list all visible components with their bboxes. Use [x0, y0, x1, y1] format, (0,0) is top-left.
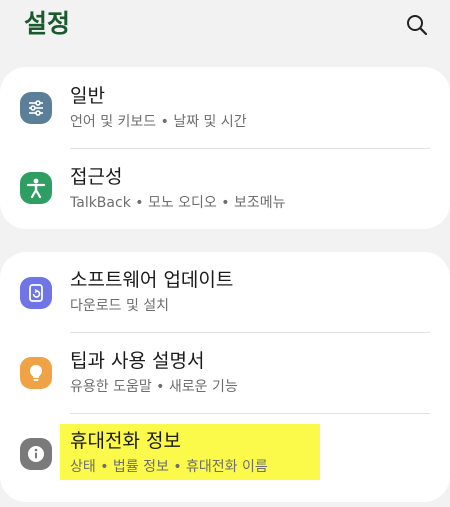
- search-button[interactable]: [402, 10, 432, 40]
- settings-item-subtitle: 유용한 도움말 • 새로운 기능: [70, 379, 238, 395]
- settings-item-title: 접근성: [70, 166, 123, 188]
- lightbulb-icon: [20, 357, 52, 389]
- settings-item-subtitle: 다운로드 및 설치: [70, 298, 170, 314]
- settings-item-phone-info[interactable]: 휴대전화 정보 상태 • 법률 정보 • 휴대전화 이름: [0, 414, 450, 502]
- update-icon: [20, 277, 52, 309]
- settings-item-tips[interactable]: 팁과 사용 설명서 유용한 도움말 • 새로운 기능: [0, 333, 450, 413]
- header: 설정: [0, 0, 450, 60]
- settings-item-accessibility[interactable]: 접근성 TalkBack • 모노 오디오 • 보조메뉴: [0, 149, 450, 229]
- info-icon: [20, 438, 52, 470]
- settings-item-subtitle: 상태 • 법률 정보 • 휴대전화 이름: [70, 459, 268, 475]
- settings-item-title: 소프트웨어 업데이트: [70, 269, 234, 291]
- sliders-icon: [20, 92, 52, 124]
- search-icon: [407, 15, 428, 36]
- settings-item-title: 팁과 사용 설명서: [70, 350, 205, 372]
- settings-item-subtitle: TalkBack • 모노 오디오 • 보조메뉴: [70, 195, 286, 211]
- settings-item-subtitle: 언어 및 키보드 • 날짜 및 시간: [70, 114, 247, 130]
- page-title: 설정: [24, 9, 71, 38]
- settings-item-software-update[interactable]: 소프트웨어 업데이트 다운로드 및 설치: [0, 252, 450, 332]
- settings-item-title: 일반: [70, 85, 105, 107]
- settings-item-general[interactable]: 일반 언어 및 키보드 • 날짜 및 시간: [0, 67, 450, 148]
- accessibility-icon: [20, 172, 52, 204]
- settings-item-title: 휴대전화 정보: [70, 430, 181, 452]
